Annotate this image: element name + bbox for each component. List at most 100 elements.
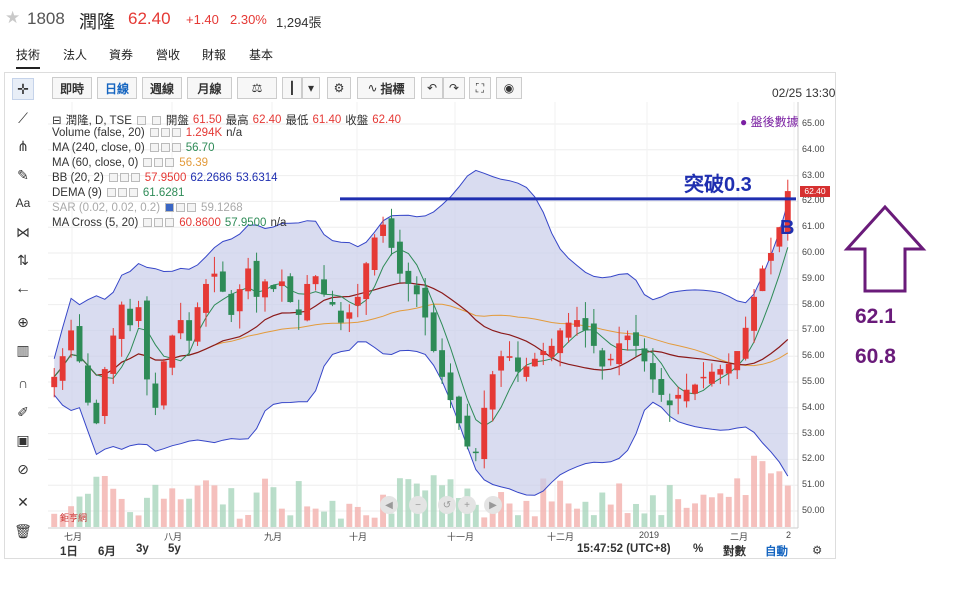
candle-body [228, 293, 235, 315]
bb-upper-value: 62.2686 [190, 172, 232, 184]
buy-marker: B [780, 217, 795, 239]
x-tick-label: 七月 [64, 532, 83, 542]
candle-body [666, 400, 673, 406]
volume-bar [329, 500, 336, 527]
log-toggle[interactable]: 對數 [723, 543, 746, 559]
volume-bar [784, 485, 791, 527]
zoom-out-icon[interactable]: − [409, 496, 427, 514]
volume-bar [135, 515, 142, 527]
candle-body [717, 369, 724, 375]
candle-body [641, 348, 648, 362]
candle-body [489, 374, 496, 410]
x-tick-label: 2 [786, 530, 792, 540]
auto-toggle[interactable]: 自動 [765, 543, 788, 559]
after-hours-link[interactable]: ● 盤後數據 [740, 113, 799, 130]
volume-bar [717, 493, 724, 527]
volume-bar [515, 515, 521, 527]
volume-bar [169, 488, 176, 527]
volume-bar [675, 499, 682, 527]
macross-fast-value: 60.8600 [179, 217, 221, 229]
candle-body [708, 371, 715, 384]
open-label: 開盤 [165, 115, 189, 127]
period-3y[interactable]: 3y [136, 543, 149, 555]
candle-body [346, 312, 353, 319]
legend-settings-icon[interactable] [108, 172, 141, 184]
candle-body [506, 356, 513, 358]
legend-sar: SAR (0.02, 0.02, 0.2) 59.1268 [52, 202, 243, 214]
candle-body [447, 372, 454, 401]
volume-bar [582, 501, 589, 527]
y-tick-label: 57.00 [802, 324, 825, 335]
volume-bar [278, 508, 285, 527]
ma60-value: 56.39 [179, 157, 209, 169]
volume-bar [481, 517, 488, 527]
candle-body [186, 320, 193, 341]
annotation-value-2: 60.8 [855, 345, 896, 368]
legend-eye-icon[interactable] [136, 115, 146, 125]
candle-body [135, 307, 142, 322]
volume-bar [751, 455, 758, 527]
legend-settings-icon[interactable] [149, 142, 182, 154]
candle-body [548, 345, 555, 358]
volume-bar [152, 484, 159, 527]
candle-body [312, 276, 319, 285]
volume-bar [110, 488, 117, 527]
volume-bar [312, 508, 319, 527]
legend-settings-icon[interactable] [142, 157, 175, 169]
volume-bars [51, 455, 791, 527]
y-tick-label: 59.00 [802, 272, 825, 283]
clock: 15:47:52 (UTC+8) [577, 543, 671, 555]
collapse-icon[interactable]: ⊟ [52, 113, 62, 127]
candle-body [278, 281, 285, 287]
volume-bar [725, 496, 732, 527]
candle-body [683, 389, 690, 402]
period-6m[interactable]: 6月 [98, 543, 116, 559]
reset-icon[interactable]: ↺ [438, 496, 456, 514]
candle-body [169, 335, 176, 368]
settings-gear-icon[interactable]: ⚙ [812, 543, 822, 557]
volume-bar [144, 497, 150, 527]
candle-body [337, 310, 344, 323]
candle-body [574, 320, 580, 327]
y-tick-label: 60.00 [802, 247, 825, 257]
zoom-in-small-icon[interactable]: + [458, 496, 476, 514]
legend-ma240: MA (240, close, 0) 56.70 [52, 142, 214, 154]
volume-bar [683, 507, 690, 527]
candle-body [481, 407, 488, 460]
legend-settings-icon[interactable] [164, 202, 197, 214]
candle-body [93, 402, 100, 424]
x-tick-label: 二月 [730, 532, 749, 542]
candle-body [649, 363, 656, 380]
period-5y[interactable]: 5y [168, 543, 181, 555]
legend-settings-icon[interactable] [149, 127, 182, 139]
x-tick-label: 十月 [349, 532, 368, 542]
legend-settings-icon[interactable] [151, 115, 161, 125]
percent-toggle[interactable]: % [693, 543, 703, 555]
candle-body [725, 363, 732, 374]
volume-bar [531, 516, 538, 527]
legend-macross: MA Cross (5, 20) 60.8600 57.9500 n/a [52, 217, 286, 229]
scroll-left-icon[interactable]: ◀ [380, 496, 398, 514]
candle-body [692, 384, 698, 394]
candle-body [405, 270, 412, 284]
candle-body [607, 358, 614, 361]
volume-bar [363, 515, 370, 527]
x-tick-label: 十二月 [547, 532, 575, 542]
volume-bar [228, 488, 235, 527]
volume-bar [734, 478, 741, 527]
candle-body [84, 365, 91, 403]
scroll-right-icon[interactable]: ▶ [484, 496, 502, 514]
candle-body [599, 350, 606, 367]
candle-body [363, 263, 370, 300]
legend-settings-icon[interactable] [142, 217, 175, 229]
legend-settings-icon[interactable] [106, 187, 139, 199]
candle-body [515, 357, 521, 372]
x-tick-label: 十一月 [447, 532, 475, 542]
candle-body [203, 283, 209, 313]
candle-body [430, 312, 437, 352]
bb-middle-value: 57.9500 [144, 172, 187, 184]
candle-body [565, 322, 572, 338]
y-tick-label: 50.00 [802, 505, 825, 515]
period-1d[interactable]: 1日 [60, 543, 78, 559]
volume-bar [236, 518, 243, 527]
